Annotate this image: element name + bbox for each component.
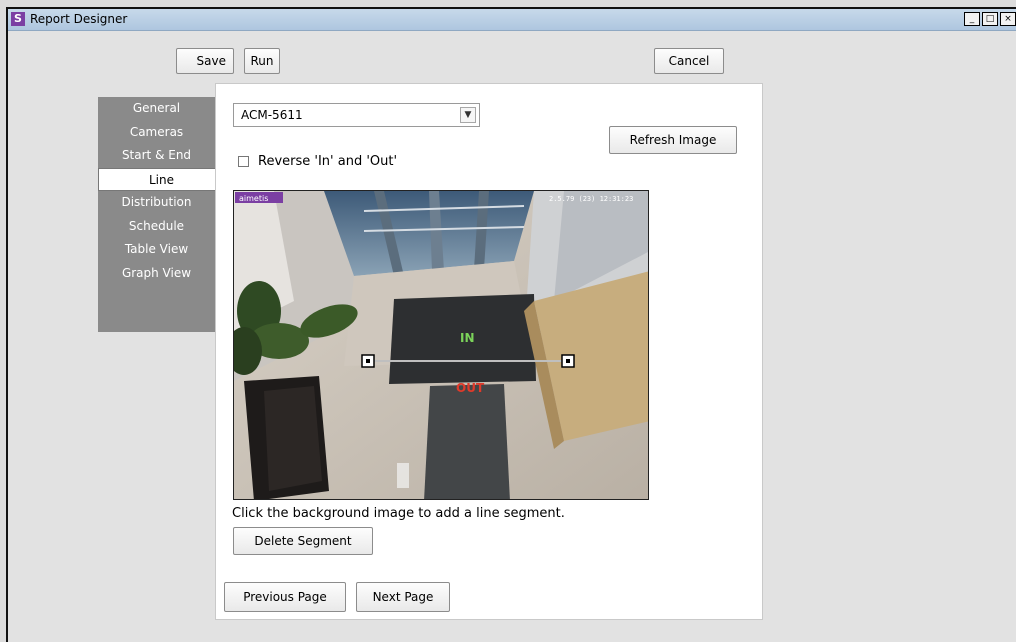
refresh-image-button[interactable]: Refresh Image	[609, 126, 737, 154]
cancel-button[interactable]: Cancel	[654, 48, 724, 74]
line-settings-panel: ACM-5611 ▼ Refresh Image Reverse 'In' an…	[215, 83, 763, 620]
out-label: OUT	[456, 381, 485, 395]
nav-item-line[interactable]: Line	[98, 167, 224, 191]
nav-item-general[interactable]: General	[98, 97, 215, 121]
title-bar: S Report Designer _ □ ×	[8, 9, 1016, 31]
camera-select-value: ACM-5611	[241, 108, 303, 122]
nav-item-start-end[interactable]: Start & End	[98, 144, 215, 168]
previous-page-button[interactable]: Previous Page	[224, 582, 346, 612]
next-page-button[interactable]: Next Page	[356, 582, 450, 612]
nav-item-schedule[interactable]: Schedule	[98, 215, 215, 239]
camera-scene: aimetis 2.5.79 (23) 12:31:23 IN OUT	[234, 191, 648, 499]
in-label: IN	[460, 331, 475, 345]
window-title: Report Designer	[30, 12, 128, 26]
sidebar-nav: General Cameras Start & End Line Distrib…	[98, 97, 224, 332]
aimetis-logo: aimetis	[239, 194, 268, 203]
nav-item-graph-view[interactable]: Graph View	[98, 262, 215, 286]
maximize-icon[interactable]: □	[982, 12, 998, 26]
chevron-down-icon[interactable]: ▼	[460, 107, 476, 123]
run-button[interactable]: Run	[244, 48, 280, 74]
delete-segment-button[interactable]: Delete Segment	[233, 527, 373, 555]
close-icon[interactable]: ×	[1000, 12, 1016, 26]
minimize-icon[interactable]: _	[964, 12, 980, 26]
line-start-handle[interactable]	[361, 354, 375, 368]
save-button[interactable]: Save	[176, 48, 234, 74]
camera-select[interactable]: ACM-5611 ▼	[233, 103, 480, 127]
window-controls: _ □ ×	[964, 12, 1016, 26]
reverse-in-out-label: Reverse 'In' and 'Out'	[258, 154, 398, 169]
line-end-handle[interactable]	[561, 354, 575, 368]
camera-timestamp: 2.5.79 (23) 12:31:23	[549, 195, 633, 203]
report-designer-window: S Report Designer _ □ × Save Run Cancel …	[6, 7, 1016, 642]
line-hint-text: Click the background image to add a line…	[232, 506, 565, 521]
nav-item-cameras[interactable]: Cameras	[98, 121, 215, 145]
nav-item-table-view[interactable]: Table View	[98, 238, 215, 262]
camera-background-image[interactable]: aimetis 2.5.79 (23) 12:31:23 IN OUT	[233, 190, 649, 500]
nav-item-distribution[interactable]: Distribution	[98, 191, 215, 215]
report-app-icon: S	[11, 12, 25, 26]
reverse-in-out-checkbox[interactable]	[238, 156, 249, 167]
